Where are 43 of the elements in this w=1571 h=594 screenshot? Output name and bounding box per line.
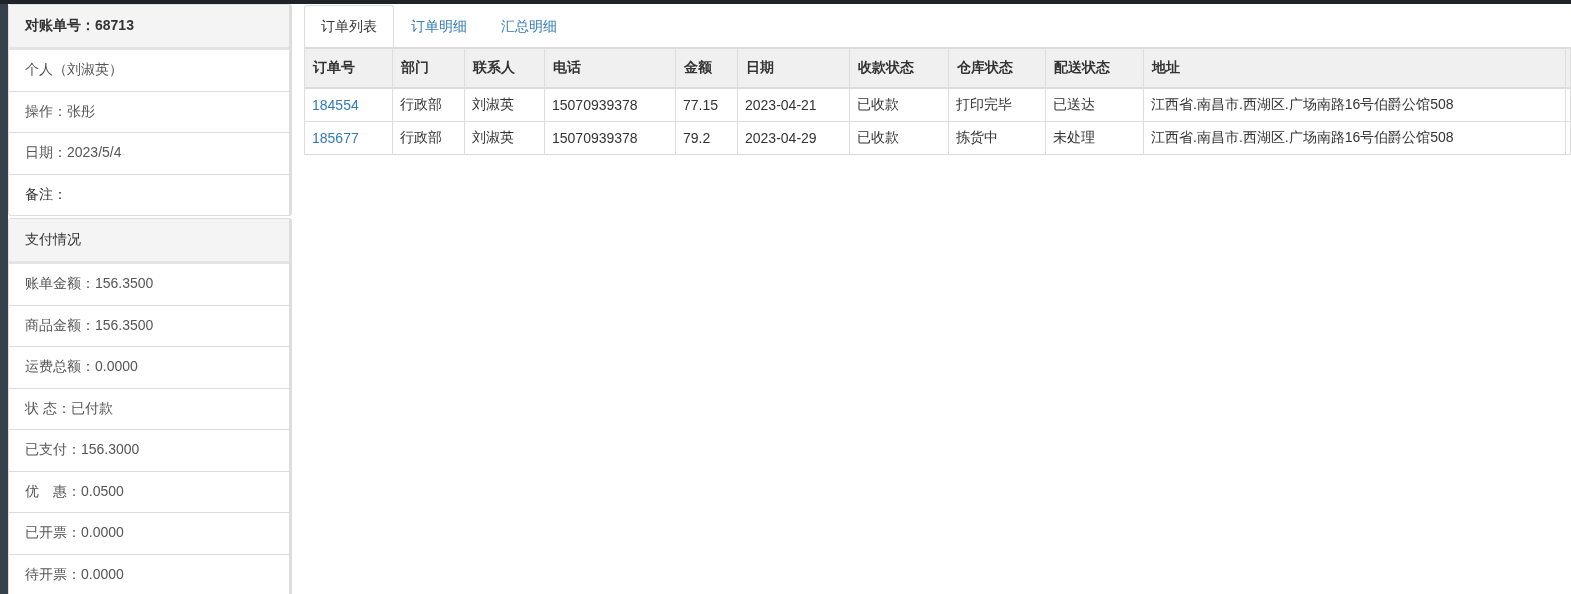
payment-row: 账单金额：156.3500 xyxy=(9,264,289,306)
payment-row: 优 惠：0.0500 xyxy=(9,471,289,513)
table-cell: 已收款 xyxy=(849,88,949,122)
info-row: 个人（刘淑英） xyxy=(9,50,289,92)
tab[interactable]: 订单列表 xyxy=(304,5,394,47)
payment-row: 商品金额：156.3500 xyxy=(9,305,289,347)
column-header: 日期 xyxy=(737,48,850,88)
payment-row-text: 待开票：0.0000 xyxy=(24,564,125,584)
table-cell: 15070939378 xyxy=(544,88,676,122)
column-header: 电话 xyxy=(544,48,676,88)
payment-row: 运费总额：0.0000 xyxy=(9,347,289,389)
info-row: 日期：2023/5/4 xyxy=(9,133,289,175)
table-cell: 79.2 xyxy=(675,121,738,155)
table-cell: 已收款 xyxy=(849,121,949,155)
table-cell: 江西省.南昌市.西湖区.广场南路16号伯爵公馆508 xyxy=(1143,88,1566,122)
table-cell: 2023-04-21 xyxy=(737,88,850,122)
column-header: 订单号 xyxy=(304,48,393,88)
info-row: 操作：张彤 xyxy=(9,91,289,133)
table-cell: 15070939378 xyxy=(544,121,676,155)
table-cell: 拣货中 xyxy=(948,121,1046,155)
table-cell: 行政部 xyxy=(392,88,465,122)
remark-row-text: 备注： xyxy=(24,184,68,204)
column-header: 金额 xyxy=(675,48,738,88)
column-header: 配送状态 xyxy=(1045,48,1144,88)
column-header: 收款状态 xyxy=(849,48,949,88)
table-cell: 刘淑英 xyxy=(464,88,545,122)
column-header: 地址 xyxy=(1143,48,1566,88)
table-cell: 77.15 xyxy=(675,88,738,122)
table-cell: 刘淑英 xyxy=(464,121,545,155)
table-cell: 2023-04-29 xyxy=(737,121,850,155)
column-header: 部门 xyxy=(392,48,465,88)
table-cell: 打印完毕 xyxy=(948,88,1046,122)
payment-row: 已支付：156.3000 xyxy=(9,430,289,472)
table-cell: 已送达 xyxy=(1045,88,1144,122)
payment-title: 支付情况 xyxy=(9,219,289,264)
table-cell: 未处理 xyxy=(1045,121,1144,155)
column-header: 联系人 xyxy=(464,48,545,88)
table-cell: 江西省.南昌市.西湖区.广场南路16号伯爵公馆508 xyxy=(1143,121,1566,155)
payment-row: 已开票：0.0000 xyxy=(9,513,289,555)
payment-row: 状 态：已付款 xyxy=(9,388,289,430)
column-header: 仓库状态 xyxy=(948,48,1046,88)
table-cell: 行政部 xyxy=(392,121,465,155)
statement-title: 对账单号：68713 xyxy=(9,5,289,50)
